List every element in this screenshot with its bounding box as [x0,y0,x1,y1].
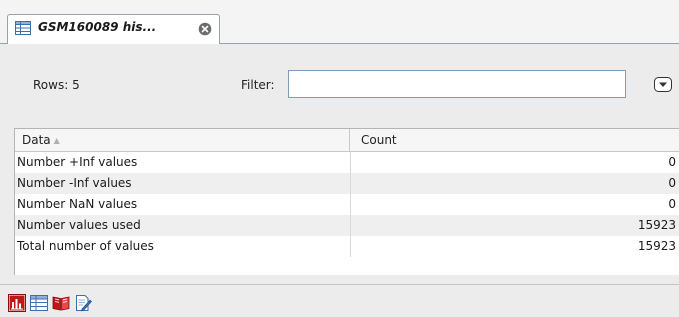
table-icon [15,21,31,35]
row-value: 15923 [637,218,676,232]
row-label: Number values used [17,218,141,232]
table-panel: Rows: 5 Filter: Data ▲ Count Number +Inf … [0,44,679,284]
row-label: Number -Inf values [17,176,132,190]
filter-label: Filter: [241,78,275,92]
row-value: 0 [668,176,676,190]
column-header-count-label: Count [361,133,397,147]
column-header-count[interactable]: Count [350,129,679,151]
column-header-data[interactable]: Data ▲ [15,129,350,151]
data-table: Data ▲ Count Number +Inf values 0 Number … [14,128,679,275]
row-value: 15923 [637,239,676,253]
filter-input[interactable] [288,70,626,98]
view-switcher-bar [0,284,679,317]
tab-histogram-table[interactable]: GSM160089 his... [7,14,220,44]
editor-tab-strip: GSM160089 his... [0,0,679,44]
table-row[interactable]: Total number of values 15923 [15,236,679,257]
edit-document-icon[interactable] [74,294,92,312]
table-view-icon[interactable] [30,294,48,312]
book-icon[interactable] [52,294,70,312]
row-label: Number NaN values [17,197,138,211]
rows-count: Rows: 5 [33,78,80,92]
table-row[interactable]: Number +Inf values 0 [15,152,679,173]
dropdown-options-icon[interactable] [654,77,672,92]
sort-ascending-icon: ▲ [53,135,60,145]
row-label: Total number of values [17,239,154,253]
row-label: Number +Inf values [17,155,138,169]
table-row[interactable]: Number values used 15923 [15,215,679,236]
table-header: Data ▲ Count [15,129,679,152]
row-value: 0 [668,197,676,211]
bar-chart-icon[interactable] [8,294,26,312]
column-header-data-label: Data [22,133,51,147]
table-row[interactable]: Number -Inf values 0 [15,173,679,194]
table-row[interactable]: Number NaN values 0 [15,194,679,215]
row-value: 0 [668,155,676,169]
tab-title: GSM160089 his... [38,20,157,34]
close-circle-icon[interactable] [198,22,212,36]
